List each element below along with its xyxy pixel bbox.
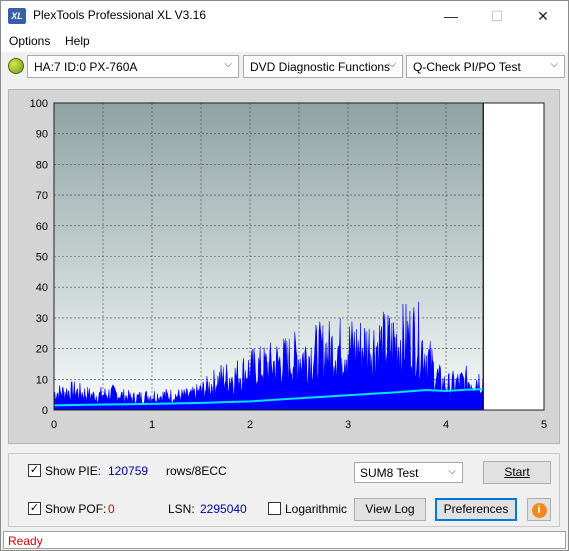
lsn-label: LSN:: [168, 502, 195, 516]
test-select-value: Q-Check PI/PO Test: [413, 60, 521, 74]
x-tick-label: 3: [345, 419, 351, 431]
drive-status-icon: [8, 58, 24, 74]
y-tick-label: 80: [36, 159, 48, 171]
show-pie-label: Show PIE:: [45, 464, 102, 478]
y-tick-label: 10: [36, 374, 48, 386]
info-icon: i: [531, 503, 547, 518]
toolbar: HA:7 ID:0 PX-760A ⌵ DVD Diagnostic Funct…: [1, 53, 568, 81]
show-pie-checkbox[interactable]: ✓: [28, 464, 41, 477]
minimize-button[interactable]: —: [428, 1, 474, 31]
show-pof-checkbox[interactable]: ✓: [28, 502, 41, 515]
y-tick-label: 40: [36, 282, 48, 294]
x-tick-label: 1: [149, 419, 155, 431]
maximize-button[interactable]: ☐: [474, 1, 520, 31]
status-bar: Ready: [3, 531, 566, 549]
preferences-label: Preferences: [443, 502, 509, 516]
logarithmic-checkbox[interactable]: [268, 502, 281, 515]
drive-select-value: HA:7 ID:0 PX-760A: [34, 60, 138, 74]
info-button[interactable]: i: [527, 498, 551, 521]
menu-bar: Options Help: [1, 31, 568, 52]
show-pof-label: Show POF:: [45, 502, 107, 516]
start-button[interactable]: Start: [483, 461, 551, 484]
pi-po-chart: 0 10 20 30 40 50 60 70 80 90 100 0 1 2 3 4 5: [30, 98, 547, 431]
start-label: Start: [504, 465, 530, 479]
y-tick-label: 100: [30, 98, 48, 110]
logarithmic-label: Logarithmic: [285, 502, 348, 516]
drive-select[interactable]: HA:7 ID:0 PX-760A ⌵: [27, 55, 239, 78]
chart-panel: 0 10 20 30 40 50 60 70 80 90 100 0 1 2 3 4 5: [8, 89, 560, 444]
app-logo-icon: XL: [8, 8, 26, 24]
close-icon: ✕: [537, 8, 549, 24]
y-tick-label: 50: [36, 252, 48, 264]
y-tick-label: 60: [36, 221, 48, 233]
test-select[interactable]: Q-Check PI/PO Test ⌵: [406, 55, 565, 78]
close-button[interactable]: ✕: [520, 1, 566, 31]
window-title: PlexTools Professional XL V3.16: [33, 8, 206, 22]
y-tick-label: 30: [36, 313, 48, 325]
function-select-value: DVD Diagnostic Functions: [250, 60, 391, 74]
sum-test-value: SUM8 Test: [360, 466, 419, 480]
app-window: XL PlexTools Professional XL V3.16 — ☐ ✕…: [0, 0, 569, 551]
chevron-down-icon: ⌵: [388, 59, 396, 70]
y-tick-label: 20: [36, 344, 48, 356]
x-tick-label: 0: [51, 419, 57, 431]
sum-test-select[interactable]: SUM8 Test ⌵: [354, 462, 463, 483]
preferences-button[interactable]: Preferences: [435, 498, 517, 521]
controls-panel: ✓ Show PIE: 120759 rows/8ECC SUM8 Test ⌵…: [8, 453, 560, 527]
view-log-label: View Log: [365, 502, 415, 516]
chevron-down-icon: ⌵: [448, 466, 456, 477]
lsn-value: 2295040: [200, 502, 247, 516]
menu-options[interactable]: Options: [9, 34, 50, 48]
y-tick-label: 70: [36, 190, 48, 202]
x-tick-label: 4: [443, 419, 449, 431]
x-tick-label: 5: [541, 419, 547, 431]
y-tick-label: 0: [42, 405, 48, 417]
minimize-icon: —: [444, 8, 458, 24]
function-select[interactable]: DVD Diagnostic Functions ⌵: [243, 55, 403, 78]
view-log-button[interactable]: View Log: [354, 498, 426, 521]
unscanned-region: [483, 103, 544, 410]
x-tick-label: 2: [247, 419, 253, 431]
menu-help[interactable]: Help: [65, 34, 90, 48]
pie-value: 120759: [108, 464, 149, 478]
pof-value: 0: [108, 502, 115, 516]
chevron-down-icon: ⌵: [550, 59, 558, 70]
status-text: Ready: [8, 534, 43, 548]
pie-unit: rows/8ECC: [166, 464, 227, 478]
y-tick-label: 90: [36, 129, 48, 141]
title-bar[interactable]: XL PlexTools Professional XL V3.16 — ☐ ✕: [1, 1, 568, 31]
chevron-down-icon: ⌵: [224, 59, 232, 70]
maximize-icon: ☐: [490, 8, 504, 24]
